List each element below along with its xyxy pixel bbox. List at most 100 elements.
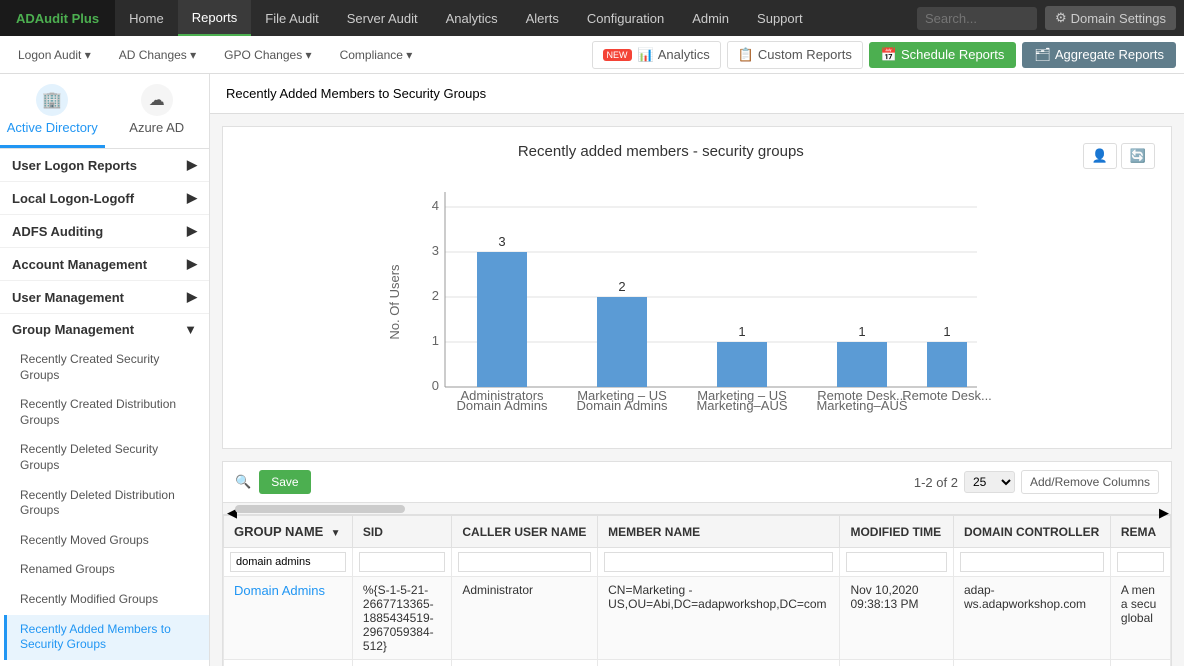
svg-text:Domain Admins: Domain Admins (456, 398, 548, 413)
col-member-name[interactable]: MEMBER NAME (598, 516, 840, 548)
logon-audit-dropdown[interactable]: Logon Audit ▾ (8, 36, 101, 74)
per-page-select[interactable]: 25 50 100 (964, 471, 1015, 493)
svg-text:0: 0 (432, 378, 439, 393)
chevron-right-icon: ▶ (187, 157, 197, 173)
pagination: 1-2 of 2 25 50 100 Add/Remove Columns (914, 470, 1159, 494)
user-logon-header[interactable]: User Logon Reports ▶ (0, 149, 209, 181)
adfs-label: ADFS Auditing (12, 224, 103, 239)
group-name-link[interactable]: Domain Admins (234, 583, 325, 598)
adfs-section: ADFS Auditing ▶ (0, 215, 209, 248)
sid-cell: %{S-1-5-21-2667713365- (352, 660, 451, 666)
rema-cell: A men (1110, 660, 1170, 666)
sidebar-icon-row: 🏢 Active Directory ☁ Azure AD (0, 74, 209, 149)
col-rema[interactable]: REMA (1110, 516, 1170, 548)
bar-3 (717, 342, 767, 387)
sidebar-active-directory-icon[interactable]: 🏢 Active Directory (0, 74, 105, 148)
aggregate-reports-button[interactable]: 🗂 Aggregate Reports (1022, 42, 1176, 68)
bar-2 (597, 297, 647, 387)
filter-group-name[interactable] (230, 552, 346, 572)
search-input[interactable] (917, 7, 1037, 30)
sidebar-item-recently-modified[interactable]: Recently Modified Groups (4, 585, 209, 615)
filter-caller[interactable] (458, 552, 591, 572)
rema-cell: A men a secu global (1110, 577, 1170, 660)
bar-4 (837, 342, 887, 387)
sidebar-item-recently-deleted-distribution[interactable]: Recently Deleted Distribution Groups (4, 481, 209, 526)
sidebar-azure-ad-icon[interactable]: ☁ Azure AD (105, 74, 210, 148)
sidebar-item-renamed[interactable]: Renamed Groups (4, 555, 209, 585)
ad-icon: 🏢 (36, 84, 68, 116)
group-management-header[interactable]: Group Management ▼ (0, 314, 209, 345)
svg-text:3: 3 (498, 234, 505, 249)
adfs-header[interactable]: ADFS Auditing ▶ (0, 215, 209, 247)
sidebar-item-recently-deleted-security[interactable]: Recently Deleted Security Groups (4, 435, 209, 480)
chart-actions: 👤 🔄 (1083, 143, 1155, 169)
nav-configuration[interactable]: Configuration (573, 0, 678, 36)
compliance-dropdown[interactable]: Compliance ▾ (330, 36, 423, 74)
chart-icon: 📊 (638, 47, 654, 63)
user-logon-label: User Logon Reports (12, 158, 137, 173)
col-domain-controller[interactable]: DOMAIN CONTROLLER (953, 516, 1110, 548)
aggregate-label: Aggregate Reports (1055, 47, 1164, 62)
col-caller-user-name[interactable]: CALLER USER NAME (452, 516, 598, 548)
svg-text:Domain Admins: Domain Admins (576, 398, 668, 413)
bar-5 (927, 342, 967, 387)
add-remove-columns-button[interactable]: Add/Remove Columns (1021, 470, 1159, 494)
top-navigation: ADAudit Plus Home Reports File Audit Ser… (0, 0, 1184, 36)
group-management-label: Group Management (12, 322, 134, 337)
account-management-section: Account Management ▶ (0, 248, 209, 281)
ad-changes-dropdown[interactable]: AD Changes ▾ (109, 36, 206, 74)
sub-navigation: Logon Audit ▾ AD Changes ▾ GPO Changes ▾… (0, 36, 1184, 74)
nav-support[interactable]: Support (743, 0, 817, 36)
bar-1 (477, 252, 527, 387)
sort-icon: ▼ (331, 528, 341, 539)
custom-reports-button[interactable]: 📋 Custom Reports (727, 41, 863, 69)
sidebar-item-recently-added-security[interactable]: Recently Added Members to Security Group… (4, 615, 209, 660)
local-logon-header[interactable]: Local Logon-Logoff ▶ (0, 182, 209, 214)
filter-time[interactable] (846, 552, 947, 572)
svg-text:Marketing–AUS: Marketing–AUS (816, 398, 907, 413)
svg-text:2: 2 (432, 288, 439, 303)
filter-row (224, 548, 1171, 577)
sidebar-item-recently-created-distribution[interactable]: Recently Created Distribution Groups (4, 390, 209, 435)
sidebar-item-recently-moved[interactable]: Recently Moved Groups (4, 526, 209, 556)
nav-analytics[interactable]: Analytics (432, 0, 512, 36)
col-group-name[interactable]: GROUP NAME ▼ (224, 516, 353, 548)
y-axis-label: No. Of Users (387, 264, 402, 340)
filter-dc[interactable] (960, 552, 1104, 572)
nav-alerts[interactable]: Alerts (512, 0, 573, 36)
svg-text:Remote Desk...: Remote Desk... (902, 388, 992, 403)
search-icon-button[interactable]: 🔍 (235, 474, 251, 490)
horizontal-scrollbar[interactable]: ◀ ▶ (223, 503, 1171, 515)
filter-member[interactable] (604, 552, 833, 572)
nav-file-audit[interactable]: File Audit (251, 0, 332, 36)
domain-settings-button[interactable]: ⚙ Domain Settings (1045, 6, 1176, 30)
user-management-section: User Management ▶ (0, 281, 209, 314)
nav-home[interactable]: Home (115, 0, 178, 36)
table-toolbar: 🔍 Save 1-2 of 2 25 50 100 Add/Remove Col… (223, 462, 1171, 503)
save-button[interactable]: Save (259, 470, 310, 494)
scroll-thumb[interactable] (235, 505, 405, 513)
caller-cell: bapiv (452, 660, 598, 666)
analytics-label: Analytics (658, 47, 710, 62)
schedule-reports-button[interactable]: 📅 Schedule Reports (869, 42, 1017, 68)
chart-refresh-icon-button[interactable]: 🔄 (1121, 143, 1155, 169)
filter-rema[interactable] (1117, 552, 1164, 572)
col-modified-time[interactable]: MODIFIED TIME (840, 516, 954, 548)
user-management-header[interactable]: User Management ▶ (0, 281, 209, 313)
gpo-changes-dropdown[interactable]: GPO Changes ▾ (214, 36, 321, 74)
nav-admin[interactable]: Admin (678, 0, 743, 36)
custom-reports-label: Custom Reports (758, 47, 852, 62)
group-management-section: Group Management ▼ Recently Created Secu… (0, 314, 209, 666)
nav-reports[interactable]: Reports (178, 0, 252, 36)
new-badge: NEW (603, 49, 632, 61)
nav-server-audit[interactable]: Server Audit (333, 0, 432, 36)
col-sid[interactable]: SID (352, 516, 451, 548)
svg-text:2: 2 (618, 279, 625, 294)
member-cell: CN=pooja sh,OU=bapiv (598, 660, 840, 666)
sidebar-item-recently-added[interactable]: Recently Added Members to (4, 660, 209, 666)
analytics-button[interactable]: NEW 📊 Analytics (592, 41, 721, 69)
sidebar-item-recently-created-security[interactable]: Recently Created Security Groups (4, 345, 209, 390)
account-management-header[interactable]: Account Management ▶ (0, 248, 209, 280)
filter-sid[interactable] (359, 552, 445, 572)
chart-user-icon-button[interactable]: 👤 (1083, 143, 1117, 169)
